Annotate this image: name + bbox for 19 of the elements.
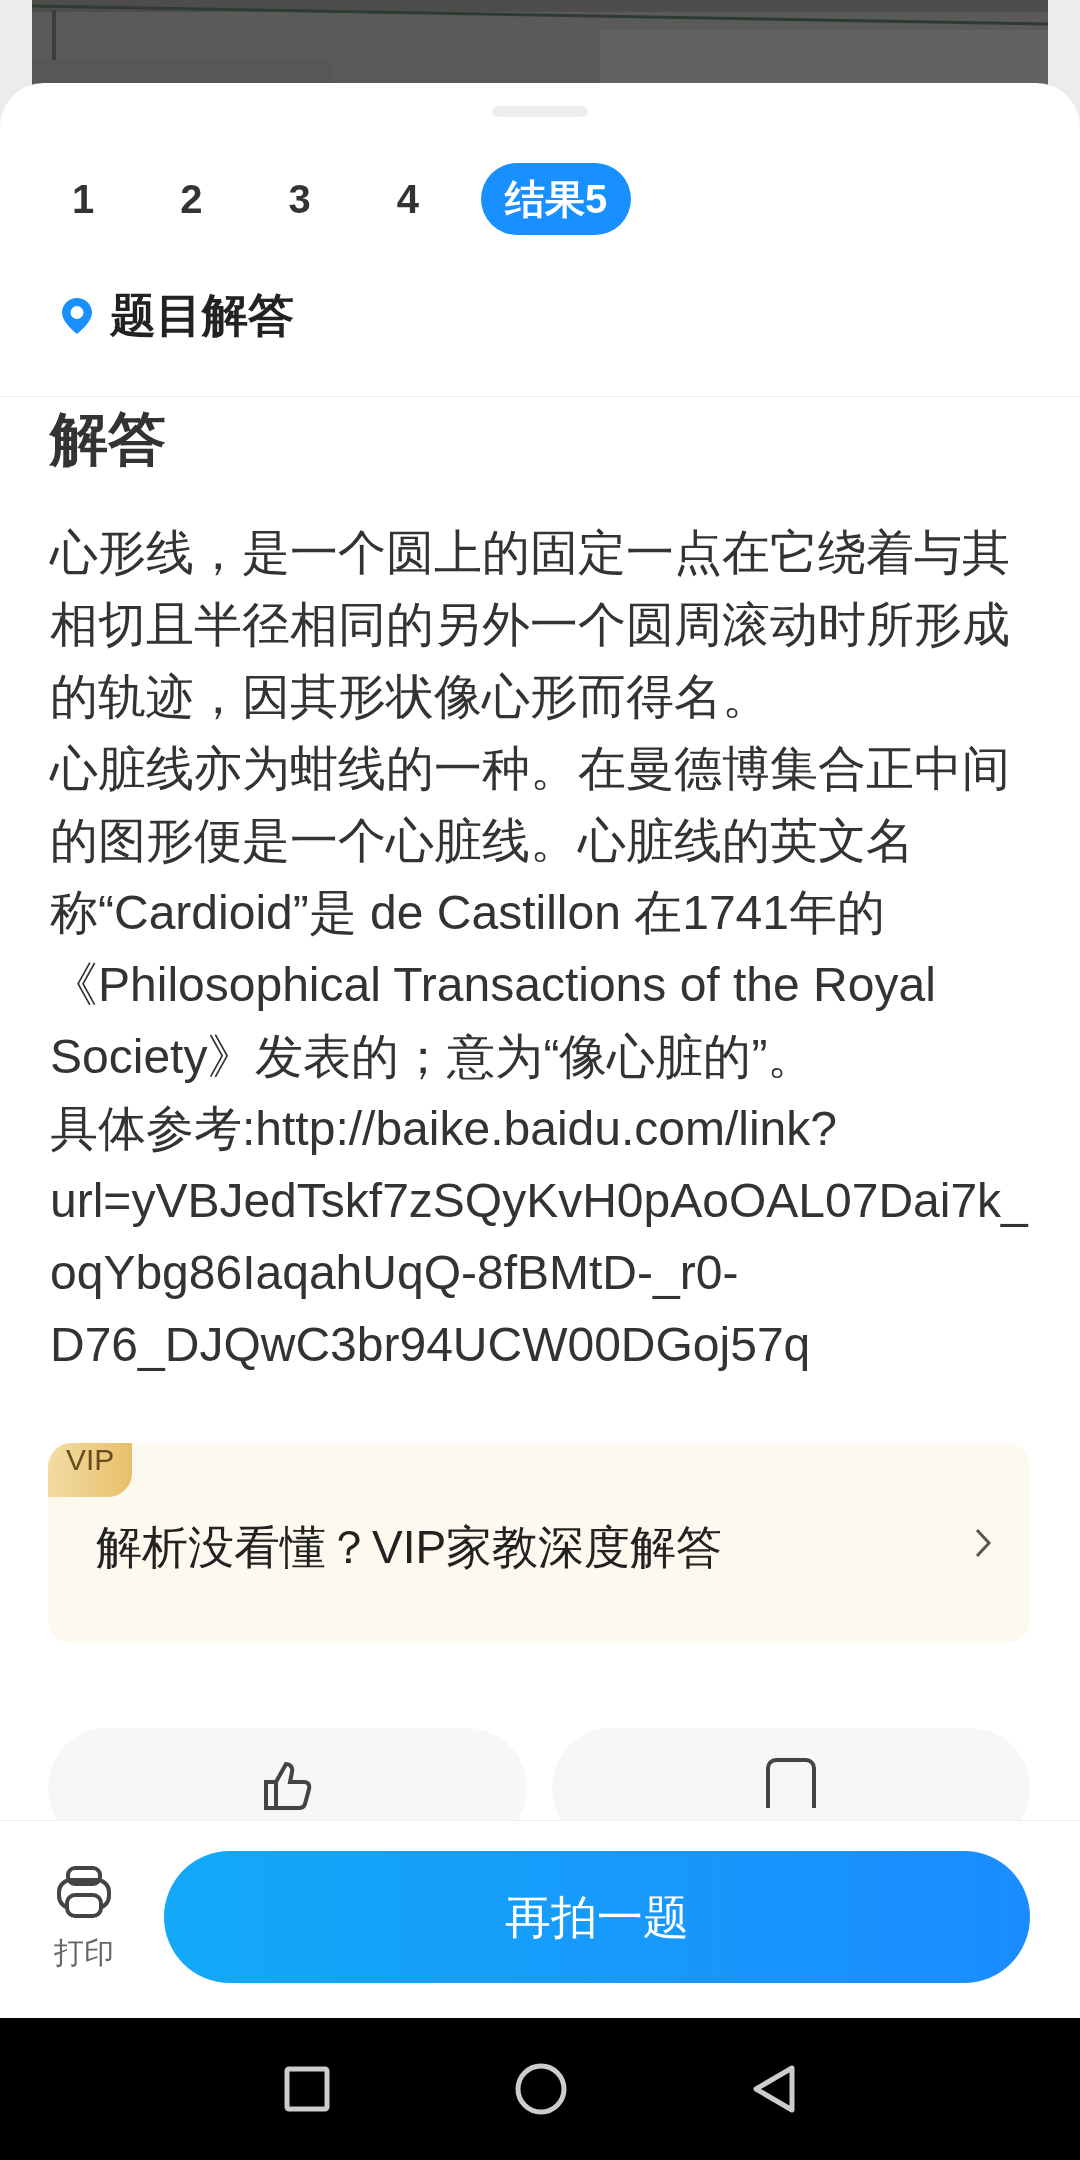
answer-paragraph: 具体参考:http://baike.baidu.com/link?url=yVBJedTskf7zSQyKvH0pAoOAL07Dai7k_oqYbg86IaqahUqQ-8fBMtD-_r0-D76_DJQwC3br94UCW00DGoj57q	[50, 1101, 1030, 1373]
home-icon[interactable]	[515, 2063, 567, 2115]
answer-paragraph: 心形线，是一个圆上的固定一点在它绕着与其相切且半径相同的另外一个圆周滚动时所形成的轨迹，因其形状像心形而得名。	[50, 525, 1011, 725]
recent-apps-icon[interactable]	[284, 2066, 330, 2112]
location-pin-icon	[60, 295, 94, 336]
answer-heading: 解答	[50, 405, 167, 473]
printer-icon	[56, 1865, 112, 1919]
section-title: 题目解答	[110, 287, 294, 343]
chevron-right-icon	[974, 1527, 992, 1559]
result-tab[interactable]: 4	[372, 163, 443, 235]
vip-card[interactable]: VIP 解析没看懂？VIP家教深度解答	[48, 1443, 1030, 1643]
answer-paragraph: 心脏线亦为蚶线的一种。在曼德博集合正中间的图形便是一个心脏线。心脏线的英文名称“Cardioid”是 de Castillon 在1741年的《Philosophical Transactions of the Royal Society》发表的；意为“像心脏的”。	[50, 741, 1011, 1085]
back-icon[interactable]	[752, 2064, 796, 2114]
vip-card-text: 解析没看懂？VIP家教深度解答	[96, 1520, 724, 1575]
result-tab[interactable]: 2	[156, 163, 227, 235]
result-tab[interactable]: 3	[264, 163, 335, 235]
print-button[interactable]: 打印	[42, 1865, 126, 1974]
vip-badge: VIP	[48, 1443, 133, 1497]
result-tab[interactable]: 1	[48, 163, 119, 235]
